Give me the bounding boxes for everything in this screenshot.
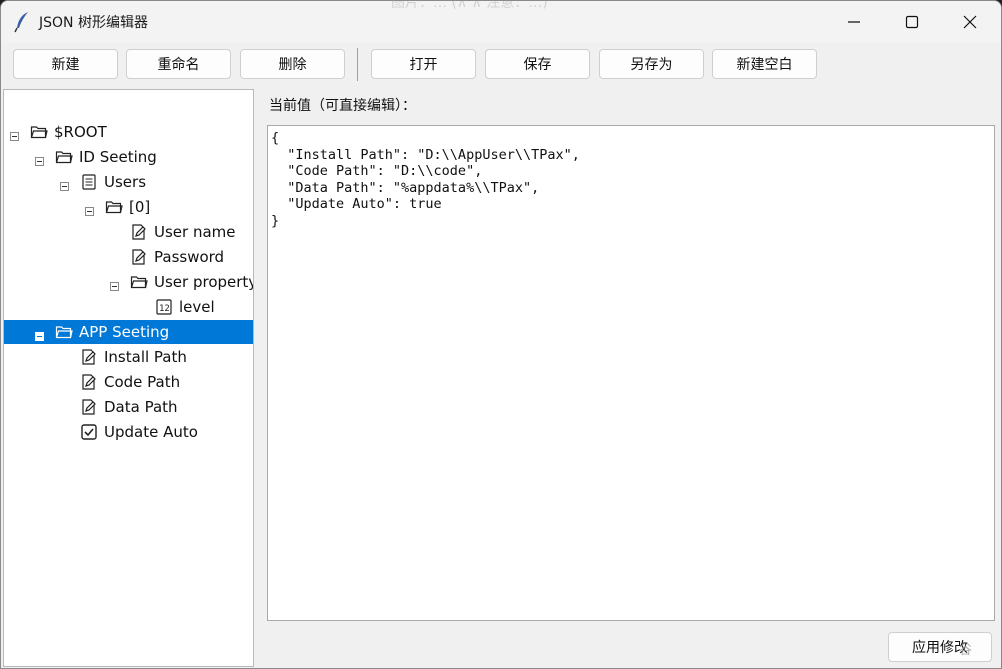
folder-icon [30,123,48,141]
folder-icon [130,273,148,291]
maximize-button[interactable] [883,1,941,43]
tree-node[interactable]: Data Path [4,395,253,419]
minimize-icon [848,21,860,23]
tree-node-label: ID Seeting [79,148,157,166]
tree-node[interactable]: Install Path [4,345,253,369]
checkbox-icon [80,423,98,441]
tree-node-label: $ROOT [54,123,107,141]
delete-button[interactable]: 删除 [240,49,345,79]
new-button[interactable]: 新建 [13,49,118,79]
app-window: JSON 树形编辑器 图片：… (∧ ∧ 注意：…) 新建 重命名 删除 打开 … [0,0,1002,669]
tree-node[interactable]: Code Path [4,370,253,394]
rename-button[interactable]: 重命名 [126,49,231,79]
save-button[interactable]: 保存 [485,49,590,79]
collapse-toggle-icon[interactable] [35,151,44,166]
folder-icon [55,148,73,166]
close-icon [963,15,977,29]
tree-node[interactable]: Users [4,170,253,194]
edit-icon [80,348,98,366]
current-value-label: 当前值（可直接编辑）： [269,98,416,114]
watermark: 谷 [959,643,973,658]
tree-node-label: APP Seeting [79,323,170,341]
json-tree-view[interactable]: $ROOT ID Seeting Users [0] User name Password… [3,89,254,667]
tree-node-label: User property [154,273,254,291]
open-button[interactable]: 打开 [371,49,476,79]
toolbar: 新建 重命名 删除 打开 保存 另存为 新建空白 [1,43,1001,87]
collapse-toggle-icon[interactable] [60,176,69,191]
value-editor[interactable]: { "Install Path": "D:\\AppUser\\TPax", "… [267,125,995,621]
close-button[interactable] [941,1,999,43]
folder-icon [55,323,73,341]
background-caption: 图片：… (∧ ∧ 注意：…) [391,0,548,11]
tree-node[interactable]: APP Seeting [4,320,253,344]
tree-node-label: [0] [129,198,151,216]
tree-node-label: level [179,298,215,316]
tree-node-label: Data Path [104,398,178,416]
tree-node[interactable]: [0] [4,195,253,219]
maximize-icon [905,15,919,29]
tree-node[interactable]: ID Seeting [4,145,253,169]
window-title: JSON 树形编辑器 [39,15,148,31]
edit-icon [80,373,98,391]
tree-node-label: Install Path [104,348,187,366]
toolbar-separator [357,48,358,81]
editor-content[interactable]: { "Install Path": "D:\\AppUser\\TPax", "… [271,130,991,229]
collapse-toggle-icon[interactable] [85,201,94,216]
tree-node[interactable]: User name [4,220,253,244]
feather-icon [13,11,33,33]
minimize-button[interactable] [825,1,883,43]
apply-changes-button[interactable]: 应用修改 [888,632,992,662]
tree-node[interactable]: 12 level [4,295,253,319]
tree-node[interactable]: User property [4,270,253,294]
folder-icon [105,198,123,216]
tree-node-label: User name [154,223,236,241]
tree-node-label: Code Path [104,373,181,391]
collapse-toggle-icon[interactable] [35,326,44,341]
edit-icon [130,223,148,241]
list-icon [80,173,98,191]
tree-node-label: Update Auto [104,423,198,441]
number-icon: 12 [155,298,173,316]
title-bar[interactable]: JSON 树形编辑器 图片：… (∧ ∧ 注意：…) [1,1,1001,43]
save-as-button[interactable]: 另存为 [599,49,704,79]
tree-node[interactable]: Password [4,245,253,269]
edit-icon [130,248,148,266]
tree-node[interactable]: $ROOT [4,120,253,144]
collapse-toggle-icon[interactable] [10,126,19,141]
svg-text:12: 12 [159,304,170,314]
new-blank-button[interactable]: 新建空白 [712,49,817,79]
edit-icon [80,398,98,416]
tree-node-label: Password [154,248,225,266]
tree-node-label: Users [104,173,147,191]
tree-node[interactable]: Update Auto [4,420,253,444]
collapse-toggle-icon[interactable] [110,276,119,291]
